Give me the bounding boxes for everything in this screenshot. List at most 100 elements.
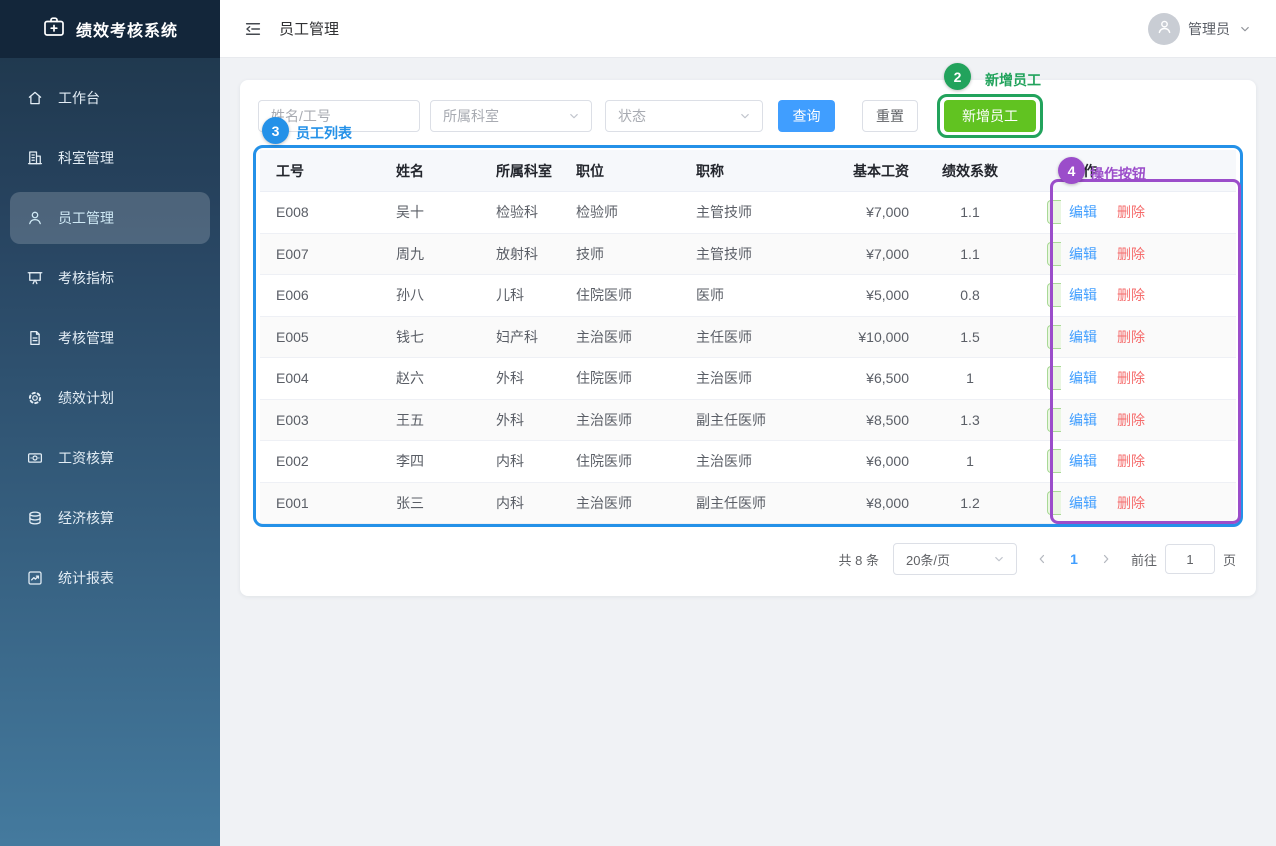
- cell-employee-id: E001: [260, 495, 380, 511]
- cell-position: 住院医师: [560, 285, 680, 305]
- cell-status: [1025, 317, 1059, 358]
- table-row: E001张三内科主治医师副主任医师¥8,0001.2编辑删除: [260, 483, 1236, 525]
- column-header-name: 姓名: [380, 161, 480, 181]
- cell-title: 副主任医师: [680, 410, 820, 430]
- sidebar-item-economy[interactable]: 经济核算: [10, 492, 210, 544]
- cell-performance-coefficient: 1: [915, 370, 1025, 386]
- cell-performance-coefficient: 1.2: [915, 495, 1025, 511]
- search-name-input-wrap: [258, 100, 420, 132]
- page-title: 员工管理: [279, 18, 339, 39]
- edit-link[interactable]: 编辑: [1069, 453, 1097, 469]
- delete-link[interactable]: 删除: [1117, 246, 1145, 262]
- home-icon: [26, 89, 44, 107]
- cell-base-salary: ¥6,500: [820, 370, 915, 386]
- sidebar-item-report[interactable]: 统计报表: [10, 552, 210, 604]
- cell-status: [1025, 192, 1059, 233]
- app-title: 绩效考核系统: [76, 17, 178, 41]
- cell-status: [1025, 483, 1059, 524]
- prev-page-button[interactable]: [1031, 548, 1053, 570]
- edit-link[interactable]: 编辑: [1069, 287, 1097, 303]
- user-menu[interactable]: 管理员: [1148, 13, 1252, 45]
- cell-name: 李四: [380, 451, 480, 471]
- edit-link[interactable]: 编辑: [1069, 370, 1097, 386]
- cell-position: 主治医师: [560, 410, 680, 430]
- sidebar-item-label: 考核指标: [58, 268, 114, 288]
- cell-name: 孙八: [380, 285, 480, 305]
- trend-chart-icon: [26, 569, 44, 587]
- next-page-button[interactable]: [1095, 548, 1117, 570]
- goto-label: 前往: [1131, 550, 1157, 569]
- delete-link[interactable]: 删除: [1117, 370, 1145, 386]
- page-number-1[interactable]: 1: [1063, 551, 1085, 567]
- search-button[interactable]: 查询: [778, 100, 835, 132]
- sidebar-item-label: 科室管理: [58, 148, 114, 168]
- reset-button[interactable]: 重置: [862, 100, 918, 132]
- avatar: [1148, 13, 1180, 45]
- sidebar-item-label: 统计报表: [58, 568, 114, 588]
- collapse-menu-icon[interactable]: [244, 20, 262, 38]
- content-area: 所属科室 状态 查询 重置 新增员工 工号 姓名 所属科室 职位: [220, 58, 1276, 618]
- search-name-input[interactable]: [259, 101, 419, 131]
- status-tag-fragment: [1047, 200, 1061, 224]
- sidebar-item-workbench[interactable]: 工作台: [10, 72, 210, 124]
- status-select[interactable]: 状态: [605, 100, 763, 132]
- delete-link[interactable]: 删除: [1117, 287, 1145, 303]
- sidebar-item-kpi[interactable]: 考核指标: [10, 252, 210, 304]
- cell-department: 外科: [480, 368, 560, 388]
- cell-department: 放射科: [480, 244, 560, 264]
- status-tag-fragment: [1047, 325, 1061, 349]
- cell-name: 钱七: [380, 327, 480, 347]
- edit-link[interactable]: 编辑: [1069, 246, 1097, 262]
- cell-actions: 编辑 删除: [1059, 368, 1236, 388]
- goto-page-input[interactable]: [1165, 544, 1215, 574]
- column-header-position: 职位: [560, 161, 680, 181]
- cell-title: 主治医师: [680, 451, 820, 471]
- sidebar-item-plan[interactable]: 绩效计划: [10, 372, 210, 424]
- sidebar-item-department[interactable]: 科室管理: [10, 132, 210, 184]
- column-header-title: 职称: [680, 161, 820, 181]
- cell-performance-coefficient: 1.1: [915, 246, 1025, 262]
- sidebar: 绩效考核系统 工作台科室管理员工管理考核指标考核管理绩效计划工资核算经济核算统计…: [0, 0, 220, 846]
- user-name: 管理员: [1188, 19, 1230, 39]
- cell-position: 技师: [560, 244, 680, 264]
- cell-department: 儿科: [480, 285, 560, 305]
- edit-link[interactable]: 编辑: [1069, 329, 1097, 345]
- delete-link[interactable]: 删除: [1117, 453, 1145, 469]
- cell-performance-coefficient: 0.8: [915, 287, 1025, 303]
- edit-link[interactable]: 编辑: [1069, 495, 1097, 511]
- chevron-down-icon: [1238, 22, 1252, 36]
- cell-department: 内科: [480, 451, 560, 471]
- money-icon: [26, 449, 44, 467]
- status-tag-fragment: [1047, 408, 1061, 432]
- cell-employee-id: E003: [260, 412, 380, 428]
- chevron-down-icon: [738, 109, 752, 123]
- page-size-select[interactable]: 20条/页: [893, 543, 1017, 575]
- department-select[interactable]: 所属科室: [430, 100, 592, 132]
- sidebar-item-salary[interactable]: 工资核算: [10, 432, 210, 484]
- delete-link[interactable]: 删除: [1117, 412, 1145, 428]
- sidebar-item-employee[interactable]: 员工管理: [10, 192, 210, 244]
- cell-status: [1025, 358, 1059, 399]
- delete-link[interactable]: 删除: [1117, 204, 1145, 220]
- cell-performance-coefficient: 1.5: [915, 329, 1025, 345]
- cell-position: 主治医师: [560, 493, 680, 513]
- sidebar-item-assessment[interactable]: 考核管理: [10, 312, 210, 364]
- pagination-bar: 共 8 条 20条/页 1 前往 页: [839, 543, 1237, 575]
- cell-title: 医师: [680, 285, 820, 305]
- cell-position: 住院医师: [560, 451, 680, 471]
- edit-link[interactable]: 编辑: [1069, 412, 1097, 428]
- cell-name: 周九: [380, 244, 480, 264]
- app-root: 绩效考核系统 工作台科室管理员工管理考核指标考核管理绩效计划工资核算经济核算统计…: [0, 0, 1276, 846]
- page-size-value: 20条/页: [906, 550, 950, 569]
- edit-link[interactable]: 编辑: [1069, 204, 1097, 220]
- column-header-status: [1025, 150, 1059, 191]
- table-row: E004赵六外科住院医师主治医师¥6,5001编辑删除: [260, 358, 1236, 400]
- add-employee-button[interactable]: 新增员工: [944, 100, 1036, 132]
- cell-title: 主任医师: [680, 327, 820, 347]
- delete-link[interactable]: 删除: [1117, 495, 1145, 511]
- cell-department: 外科: [480, 410, 560, 430]
- table-row: E007周九放射科技师主管技师¥7,0001.1编辑删除: [260, 234, 1236, 276]
- delete-link[interactable]: 删除: [1117, 329, 1145, 345]
- pagination-total: 共 8 条: [839, 550, 879, 569]
- user-icon: [1155, 17, 1174, 41]
